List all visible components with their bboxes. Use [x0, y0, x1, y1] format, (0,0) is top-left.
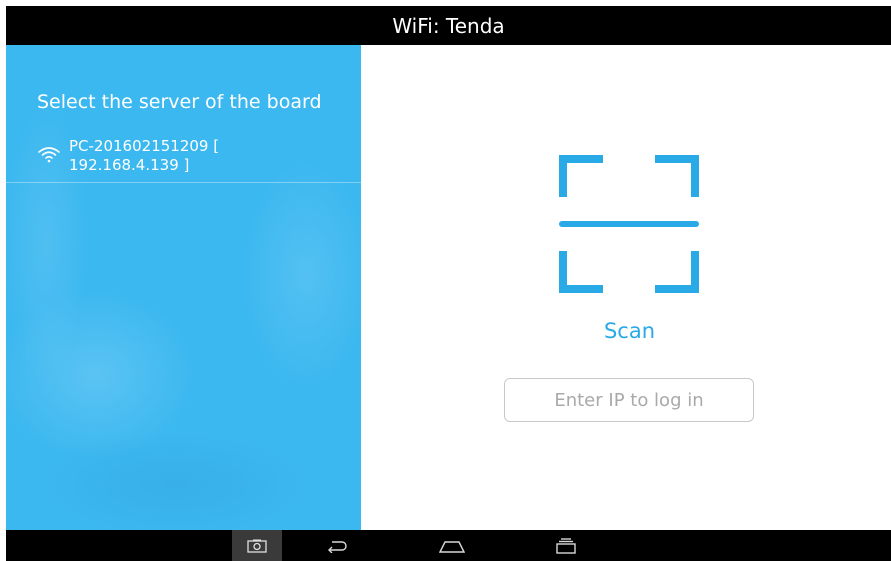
scan-label[interactable]: Scan: [361, 319, 891, 343]
wifi-icon: [38, 147, 60, 163]
back-button[interactable]: [316, 530, 360, 561]
recents-button[interactable]: [541, 530, 591, 561]
window-title: WiFi: Tenda: [392, 13, 505, 38]
server-label: PC-201602151209 [ 192.168.4.139 ]: [69, 137, 339, 175]
login-panel: Scan: [361, 45, 891, 530]
system-nav-bar: [6, 530, 891, 561]
server-list-heading: Select the server of the board: [37, 91, 322, 113]
background-photo: [6, 45, 361, 530]
server-list-panel: Select the server of the board PC-201602…: [6, 45, 361, 530]
scan-icon[interactable]: [559, 155, 699, 295]
server-list-item[interactable]: PC-201602151209 [ 192.168.4.139 ]: [6, 137, 361, 183]
back-icon: [328, 540, 347, 553]
recents-icon: [556, 537, 576, 554]
screenshot-icon: [247, 539, 267, 553]
server-name: PC-201602151209 [: [69, 137, 220, 155]
home-icon: [439, 540, 465, 553]
title-bar: WiFi: Tenda: [6, 6, 891, 45]
home-button[interactable]: [427, 530, 477, 561]
server-ip: 192.168.4.139 ]: [69, 156, 190, 174]
screenshot-button[interactable]: [232, 530, 282, 561]
ip-login-input[interactable]: [504, 378, 754, 422]
app-window: WiFi: Tenda Select the server of the boa…: [0, 0, 891, 561]
